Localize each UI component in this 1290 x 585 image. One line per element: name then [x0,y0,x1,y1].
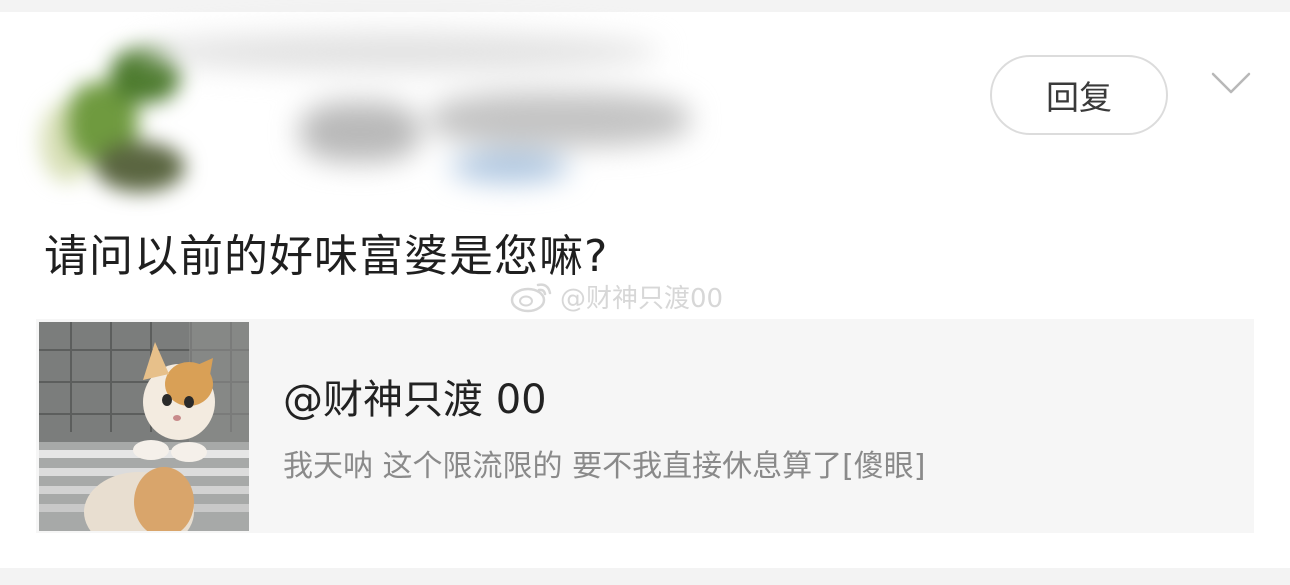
weibo-logo-icon [510,283,552,313]
comment-text: 请问以前的好味富婆是您嘛? [44,231,609,282]
username-obscured[interactable] [140,32,800,202]
quoted-text: 我天呐 这个限流限的 要不我直接休息算了[傻眼] [283,449,926,484]
watermark: @财神只渡00 [510,278,723,314]
avatar-obscured[interactable] [40,42,200,212]
comment-card: 回复 请问以前的好味富婆是您嘛? @财神只渡00 @财神只渡 00 我天呐 这个… [0,12,1290,568]
cat-image [39,322,249,531]
watermark-text: @财神只渡00 [560,283,724,314]
chevron-down-icon[interactable] [1210,68,1252,100]
reply-button[interactable]: 回复 [990,55,1168,135]
quoted-post-thumbnail [39,322,249,531]
quoted-username[interactable]: @财神只渡 00 [283,367,547,425]
quoted-post[interactable]: @财神只渡 00 我天呐 这个限流限的 要不我直接休息算了[傻眼] [36,319,1254,533]
